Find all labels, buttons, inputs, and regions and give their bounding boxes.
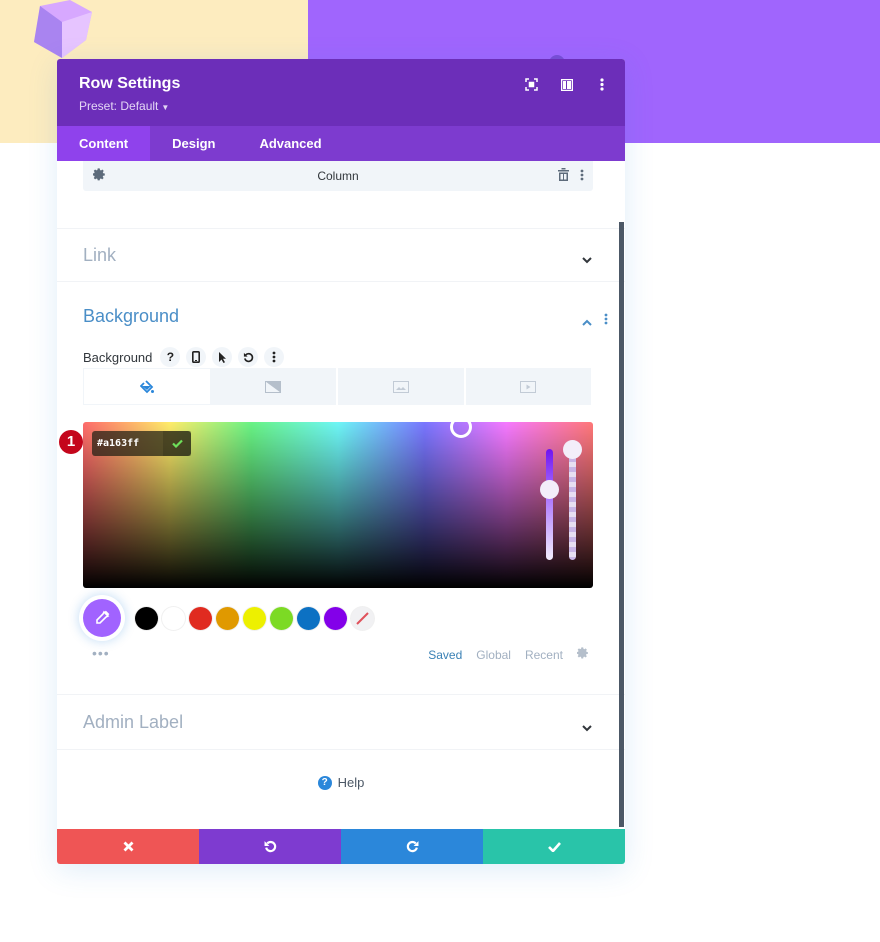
hex-input[interactable]: #a163ff [92,431,163,456]
modal-footer [57,829,625,864]
swatch-purple[interactable] [324,606,347,630]
swatch-red[interactable] [189,606,212,630]
checkmark-icon [547,841,561,852]
section-more-icon[interactable] [604,312,608,330]
modal-title: Row Settings [79,75,181,92]
palette-tab-saved[interactable]: Saved [428,648,462,662]
video-icon [520,380,537,393]
paint-bucket-icon [139,379,154,393]
section-link-title: Link [83,245,117,265]
modal-header: Row Settings Preset: Default ▼ [57,59,625,126]
trash-icon[interactable] [558,168,569,186]
section-link[interactable]: Link [57,228,625,281]
bg-tab-gradient[interactable] [211,368,338,405]
redo-button[interactable] [341,829,483,864]
undo-icon [264,840,276,853]
background-field-label: Background ? [83,347,285,367]
discard-button[interactable] [57,829,199,864]
swatch-white[interactable] [162,606,185,630]
column-label: Column [317,169,359,183]
background-type-tabs [83,368,593,405]
divider [57,749,625,750]
color-swatches [83,598,378,638]
palette-settings-icon[interactable] [576,647,589,662]
opacity-slider-handle[interactable] [563,440,582,459]
tab-advanced[interactable]: Advanced [237,126,343,161]
help-circle-icon: ? [317,775,332,790]
redo-icon [406,840,418,853]
eyedropper-icon [96,610,110,624]
column-item[interactable]: Column [83,161,593,191]
section-background-title[interactable]: Background [83,306,179,327]
save-button[interactable] [483,829,625,864]
lightness-slider-handle[interactable] [540,480,559,499]
modal-body: Column Link Background Background ? #a16… [57,161,625,829]
more-options-icon[interactable] [594,77,609,92]
swatch-yellow[interactable] [243,606,266,630]
confirm-hex-button[interactable] [163,431,191,456]
undo-button[interactable] [199,829,341,864]
swatch-green[interactable] [270,606,293,630]
bg-tab-image[interactable] [338,368,466,405]
section-admin-label-title: Admin Label [83,712,184,732]
checkmark-icon [171,439,183,448]
settings-tabs: Content Design Advanced [57,126,625,161]
gradient-icon [265,380,282,393]
background-label-text: Background [83,349,153,365]
caret-down-icon: ▼ [161,103,170,112]
swatch-none[interactable] [351,606,374,630]
step-marker: 1 [59,430,83,454]
expand-icon[interactable] [524,77,539,92]
hover-cursor-icon[interactable] [212,347,233,367]
chevron-down-icon[interactable] [582,719,592,737]
more-icon[interactable] [264,347,285,367]
preset-label: Preset: Default [79,99,159,113]
swatch-black[interactable] [135,606,158,630]
cube-decoration-icon [34,0,92,58]
swatch-blue[interactable] [297,606,320,630]
tab-design[interactable]: Design [150,126,237,161]
opacity-slider[interactable] [569,447,576,560]
palette-tab-global[interactable]: Global [476,648,511,662]
palette-tabs: Saved Global Recent [428,647,589,662]
row-settings-modal: Row Settings Preset: Default ▼ Content De… [57,59,625,864]
bg-tab-video[interactable] [466,368,593,405]
preset-selector[interactable]: Preset: Default ▼ [79,99,169,113]
image-icon [392,380,409,393]
mobile-icon[interactable] [186,347,207,367]
scrollbar[interactable] [619,222,624,827]
more-swatches-icon[interactable]: ••• [92,645,110,661]
help-link[interactable]: ? Help [57,775,625,790]
tab-content[interactable]: Content [57,126,151,161]
section-admin-label[interactable]: Admin Label [57,694,625,749]
hex-input-box: #a163ff [92,431,191,456]
split-view-icon[interactable] [559,77,574,92]
help-icon[interactable]: ? [160,347,181,367]
current-color-eyedropper[interactable] [83,599,121,637]
no-color-icon [356,611,369,625]
column-more-icon[interactable] [580,168,584,186]
chevron-up-icon[interactable] [582,313,592,331]
swatch-orange[interactable] [216,606,239,630]
help-label: Help [337,775,365,790]
bg-tab-color[interactable] [83,368,211,405]
reset-icon[interactable] [238,347,259,367]
chevron-down-icon[interactable] [582,251,592,269]
palette-tab-recent[interactable]: Recent [525,648,563,662]
close-icon [123,841,133,852]
lightness-slider[interactable] [546,449,553,560]
color-spectrum[interactable]: #a163ff [83,422,593,588]
